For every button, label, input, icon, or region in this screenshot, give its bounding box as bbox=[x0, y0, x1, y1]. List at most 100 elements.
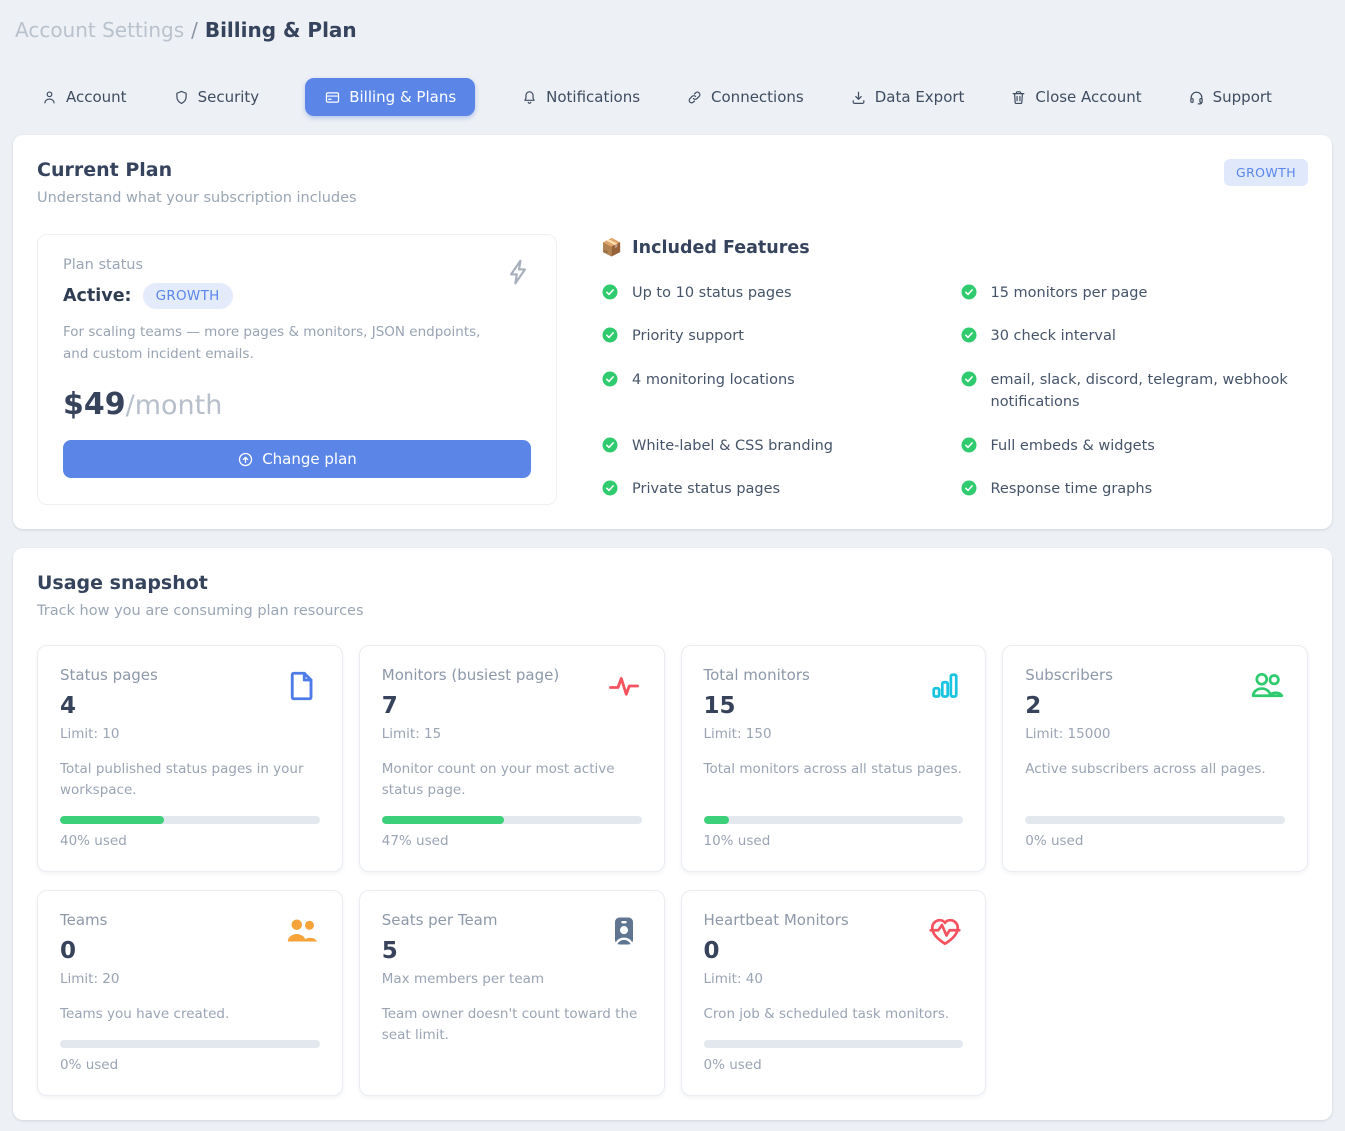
arrow-up-circle-icon bbox=[237, 451, 254, 468]
feature-item: Response time graphs bbox=[960, 478, 1290, 500]
percent-used-label: 0% used bbox=[1025, 833, 1285, 849]
bell-icon bbox=[521, 89, 538, 106]
link-icon bbox=[686, 89, 703, 106]
usage-card-total-monitors: Total monitors 15 Limit: 150 Total monit… bbox=[681, 645, 987, 872]
progress-track bbox=[704, 1040, 964, 1048]
usage-card-grid: Status pages 4 Limit: 10 Total published… bbox=[37, 645, 1308, 1096]
percent-used-label: 0% used bbox=[704, 1057, 964, 1073]
check-circle-icon bbox=[601, 326, 619, 344]
check-circle-icon bbox=[601, 370, 619, 388]
current-plan-panel: Current Plan Understand what your subscr… bbox=[13, 135, 1332, 529]
feature-item: 4 monitoring locations bbox=[601, 369, 931, 414]
usage-snapshot-panel: Usage snapshot Track how you are consumi… bbox=[13, 548, 1332, 1120]
plan-description: For scaling teams — more pages & monitor… bbox=[63, 322, 493, 365]
feature-item: Full embeds & widgets bbox=[960, 435, 1290, 457]
plan-status-label: Plan status bbox=[63, 257, 531, 273]
tab-label: Account bbox=[66, 88, 127, 106]
usage-subtitle: Track how you are consuming plan resourc… bbox=[37, 603, 364, 619]
check-circle-icon bbox=[960, 370, 978, 388]
feature-label: White-label & CSS branding bbox=[632, 435, 833, 457]
tab-support[interactable]: Support bbox=[1188, 88, 1272, 106]
progress-fill bbox=[382, 816, 504, 824]
plan-status-card: Plan status Active: GROWTH For scaling t… bbox=[37, 234, 557, 505]
check-circle-icon bbox=[601, 479, 619, 497]
package-icon: 📦 bbox=[601, 238, 622, 258]
feature-item: White-label & CSS branding bbox=[601, 435, 931, 457]
headset-icon bbox=[1188, 89, 1205, 106]
current-plan-title: Current Plan bbox=[37, 159, 357, 181]
feature-label: 30 check interval bbox=[991, 325, 1116, 347]
billing-plan-page: Account Settings / Billing & Plan Accoun… bbox=[0, 0, 1345, 1131]
tab-notifications[interactable]: Notifications bbox=[521, 88, 640, 106]
tab-billing-plans[interactable]: Billing & Plans bbox=[305, 78, 475, 116]
plan-price: $49/month bbox=[63, 387, 531, 422]
check-circle-icon bbox=[960, 436, 978, 454]
progress-track bbox=[382, 816, 642, 824]
current-plan-subtitle: Understand what your subscription includ… bbox=[37, 190, 357, 206]
feature-label: Up to 10 status pages bbox=[632, 282, 792, 304]
feature-item: Private status pages bbox=[601, 478, 931, 500]
zap-icon bbox=[502, 255, 534, 289]
plan-price-amount: $49 bbox=[63, 387, 126, 422]
tab-label: Billing & Plans bbox=[349, 88, 456, 106]
tab-label: Data Export bbox=[875, 88, 965, 106]
percent-used-label: 47% used bbox=[382, 833, 642, 849]
progress-track bbox=[1025, 816, 1285, 824]
plan-tier-pill: GROWTH bbox=[143, 283, 233, 309]
tab-close-account[interactable]: Close Account bbox=[1010, 88, 1141, 106]
feature-label: email, slack, discord, telegram, webhook… bbox=[991, 369, 1290, 414]
breadcrumb-parent[interactable]: Account Settings bbox=[15, 18, 184, 42]
included-features: 📦 Included Features Up to 10 status page… bbox=[601, 234, 1308, 505]
check-circle-icon bbox=[601, 436, 619, 454]
tab-label: Connections bbox=[711, 88, 804, 106]
feature-list: Up to 10 status pages 15 monitors per pag… bbox=[601, 282, 1308, 501]
download-icon bbox=[850, 89, 867, 106]
feature-label: 4 monitoring locations bbox=[632, 369, 795, 391]
percent-used-label: 10% used bbox=[704, 833, 964, 849]
credit-card-icon bbox=[324, 89, 341, 106]
tab-data-export[interactable]: Data Export bbox=[850, 88, 965, 106]
plan-badge: GROWTH bbox=[1224, 159, 1308, 186]
progress-fill bbox=[704, 816, 730, 824]
change-plan-button[interactable]: Change plan bbox=[63, 440, 531, 478]
usage-grid-empty-cell bbox=[1002, 890, 1308, 1096]
check-circle-icon bbox=[960, 283, 978, 301]
feature-item: Up to 10 status pages bbox=[601, 282, 931, 304]
progress-track bbox=[60, 1040, 320, 1048]
percent-used-label: 0% used bbox=[60, 1057, 320, 1073]
tab-label: Notifications bbox=[546, 88, 640, 106]
progress-track bbox=[704, 816, 964, 824]
feature-item: Priority support bbox=[601, 325, 931, 347]
feature-label: Full embeds & widgets bbox=[991, 435, 1155, 457]
tab-security[interactable]: Security bbox=[173, 88, 260, 106]
check-circle-icon bbox=[601, 283, 619, 301]
feature-item: email, slack, discord, telegram, webhook… bbox=[960, 369, 1290, 414]
breadcrumb: Account Settings / Billing & Plan bbox=[15, 18, 1332, 42]
page-title: Billing & Plan bbox=[205, 18, 357, 42]
progress-fill bbox=[60, 816, 164, 824]
tab-connections[interactable]: Connections bbox=[686, 88, 804, 106]
tab-account[interactable]: Account bbox=[41, 88, 127, 106]
people-filled-icon bbox=[284, 913, 320, 949]
feature-label: Response time graphs bbox=[991, 478, 1153, 500]
percent-used-label: 40% used bbox=[60, 833, 320, 849]
feature-label: Private status pages bbox=[632, 478, 780, 500]
file-icon bbox=[284, 668, 320, 704]
plan-status-value: Active: bbox=[63, 286, 132, 306]
included-features-heading: Included Features bbox=[632, 238, 809, 258]
usage-card-status-pages: Status pages 4 Limit: 10 Total published… bbox=[37, 645, 343, 872]
progress-track bbox=[60, 816, 320, 824]
trash-icon bbox=[1010, 89, 1027, 106]
usage-card-heartbeat-monitors: Heartbeat Monitors 0 Limit: 40 Cron job … bbox=[681, 890, 987, 1096]
plan-price-period: /month bbox=[126, 390, 223, 421]
breadcrumb-separator: / bbox=[191, 18, 198, 42]
usage-card-monitors-busiest: Monitors (busiest page) 7 Limit: 15 Moni… bbox=[359, 645, 665, 872]
id-badge-icon bbox=[606, 913, 642, 949]
feature-label: 15 monitors per page bbox=[991, 282, 1148, 304]
check-circle-icon bbox=[960, 326, 978, 344]
person-icon bbox=[41, 89, 58, 106]
bar-chart-icon bbox=[927, 668, 963, 704]
shield-icon bbox=[173, 89, 190, 106]
feature-label: Priority support bbox=[632, 325, 744, 347]
tab-label: Support bbox=[1213, 88, 1272, 106]
